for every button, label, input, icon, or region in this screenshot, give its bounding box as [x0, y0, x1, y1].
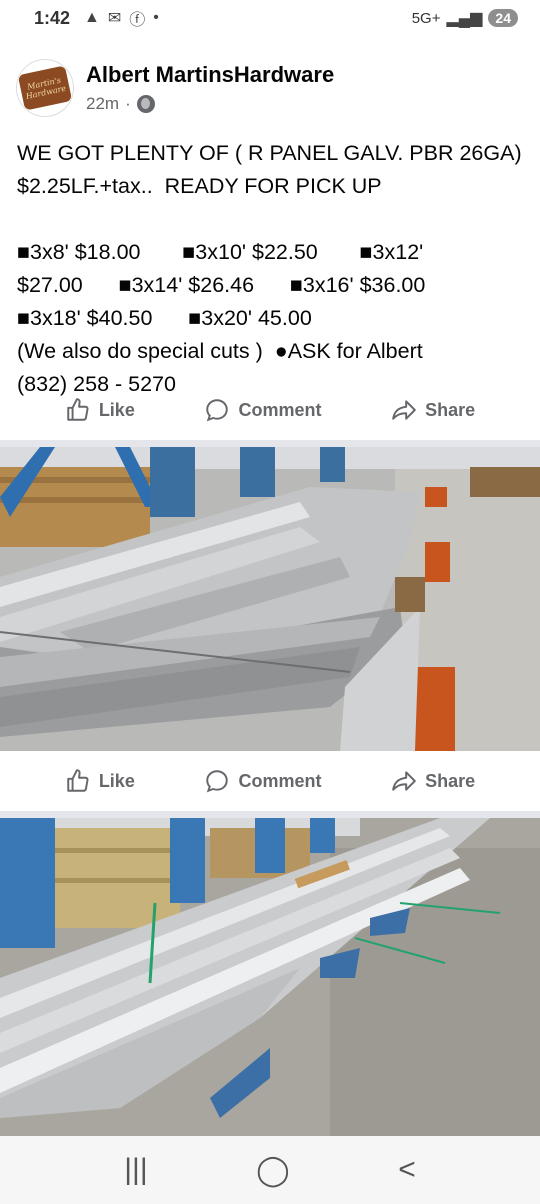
comment-icon — [206, 399, 229, 422]
metal-panels-photo — [0, 818, 540, 1136]
price-line: ■3x8' $18.00 ■3x10' $22.50 ■3x12' — [17, 240, 424, 264]
like-button[interactable]: Like — [65, 768, 135, 794]
comment-button[interactable]: Comment — [204, 768, 322, 794]
post-header: Martin's Hardware Albert MartinsHardware… — [0, 50, 540, 126]
avatar-logo: Martin's Hardware — [17, 65, 73, 111]
photo-action-bar: Like Comment Share — [0, 753, 540, 809]
battery-indicator: 24 — [488, 9, 518, 27]
comment-icon — [206, 770, 229, 793]
share-icon — [392, 400, 416, 420]
mail-icon: ✉ — [107, 10, 122, 27]
post-photo-1[interactable] — [0, 447, 540, 751]
share-icon — [392, 771, 416, 791]
post-headline: WE GOT PLENTY OF ( R PANEL GALV. PBR 26G… — [17, 141, 528, 198]
post-action-bar: Like Comment Share — [0, 382, 540, 438]
like-icon — [67, 398, 89, 421]
avatar-logo-text: Martin's Hardware — [25, 75, 67, 102]
recents-button[interactable]: ||| — [124, 1153, 147, 1187]
share-button[interactable]: Share — [391, 768, 475, 794]
metal-panels-photo — [0, 447, 540, 751]
status-left: 1:42 ▲ ✉ ⓕ • — [34, 6, 159, 30]
price-line: $27.00 ■3x14' $26.46 ■3x16' $36.00 — [17, 273, 426, 297]
back-button[interactable]: < — [398, 1153, 416, 1187]
status-time: 1:42 — [34, 7, 71, 28]
globe-icon — [136, 95, 155, 113]
share-button[interactable]: Share — [391, 397, 475, 423]
status-bar: 1:42 ▲ ✉ ⓕ • 5G+ ▂▄▆ 24 — [0, 0, 540, 36]
like-label: Like — [98, 770, 135, 791]
comment-label: Comment — [238, 770, 322, 791]
post-time[interactable]: 22m — [86, 94, 119, 114]
meta-separator: · — [125, 94, 131, 113]
alert-icon: ▲ — [84, 9, 100, 26]
post-text: WE GOT PLENTY OF ( R PANEL GALV. PBR 26G… — [17, 137, 527, 401]
post-footer-line: (We also do special cuts ) ●ASK for Albe… — [17, 339, 423, 363]
network-label: 5G+ — [411, 9, 441, 27]
share-label: Share — [425, 770, 476, 791]
signal-icon: ▂▄▆ — [446, 10, 483, 27]
system-nav-bar: ||| ◯ < — [0, 1136, 540, 1204]
comment-label: Comment — [238, 399, 322, 420]
status-right: 5G+ ▂▄▆ 24 — [412, 8, 518, 28]
post-photo-2[interactable] — [0, 818, 540, 1136]
avatar[interactable]: Martin's Hardware — [16, 59, 74, 117]
like-label: Like — [98, 399, 135, 420]
post-meta: 22m · — [86, 94, 334, 114]
like-icon — [67, 769, 89, 792]
price-line: ■3x18' $40.50 ■3x20' 45.00 — [17, 306, 312, 330]
like-button[interactable]: Like — [65, 397, 135, 423]
header-text: Albert MartinsHardware 22m · — [86, 62, 334, 114]
home-button[interactable]: ◯ — [256, 1153, 290, 1188]
comment-button[interactable]: Comment — [204, 397, 322, 423]
battery-level: 24 — [495, 10, 511, 26]
dot-icon: • — [153, 9, 159, 26]
facebook-icon: ⓕ — [129, 12, 146, 29]
author-name[interactable]: Albert MartinsHardware — [86, 62, 334, 88]
share-label: Share — [425, 399, 476, 420]
